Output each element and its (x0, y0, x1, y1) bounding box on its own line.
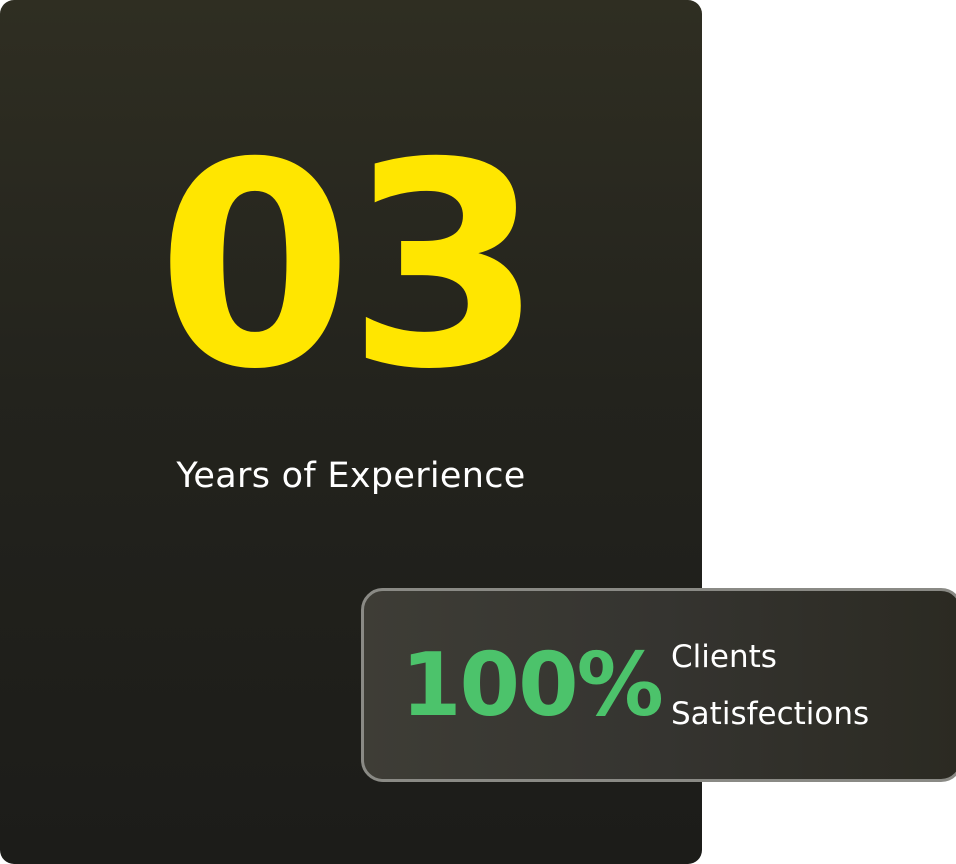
years-count: 03 (156, 102, 543, 431)
satisfaction-label-line1: Clients (671, 639, 777, 675)
stats-section: 03 Years of Experience 100% Clients Sati… (0, 0, 956, 864)
years-label: Years of Experience (176, 456, 526, 496)
satisfaction-label-line2: Satisfections (671, 696, 870, 732)
satisfaction-card: 100% Clients Satisfections (361, 588, 956, 782)
satisfaction-percent: 100% (401, 634, 664, 736)
